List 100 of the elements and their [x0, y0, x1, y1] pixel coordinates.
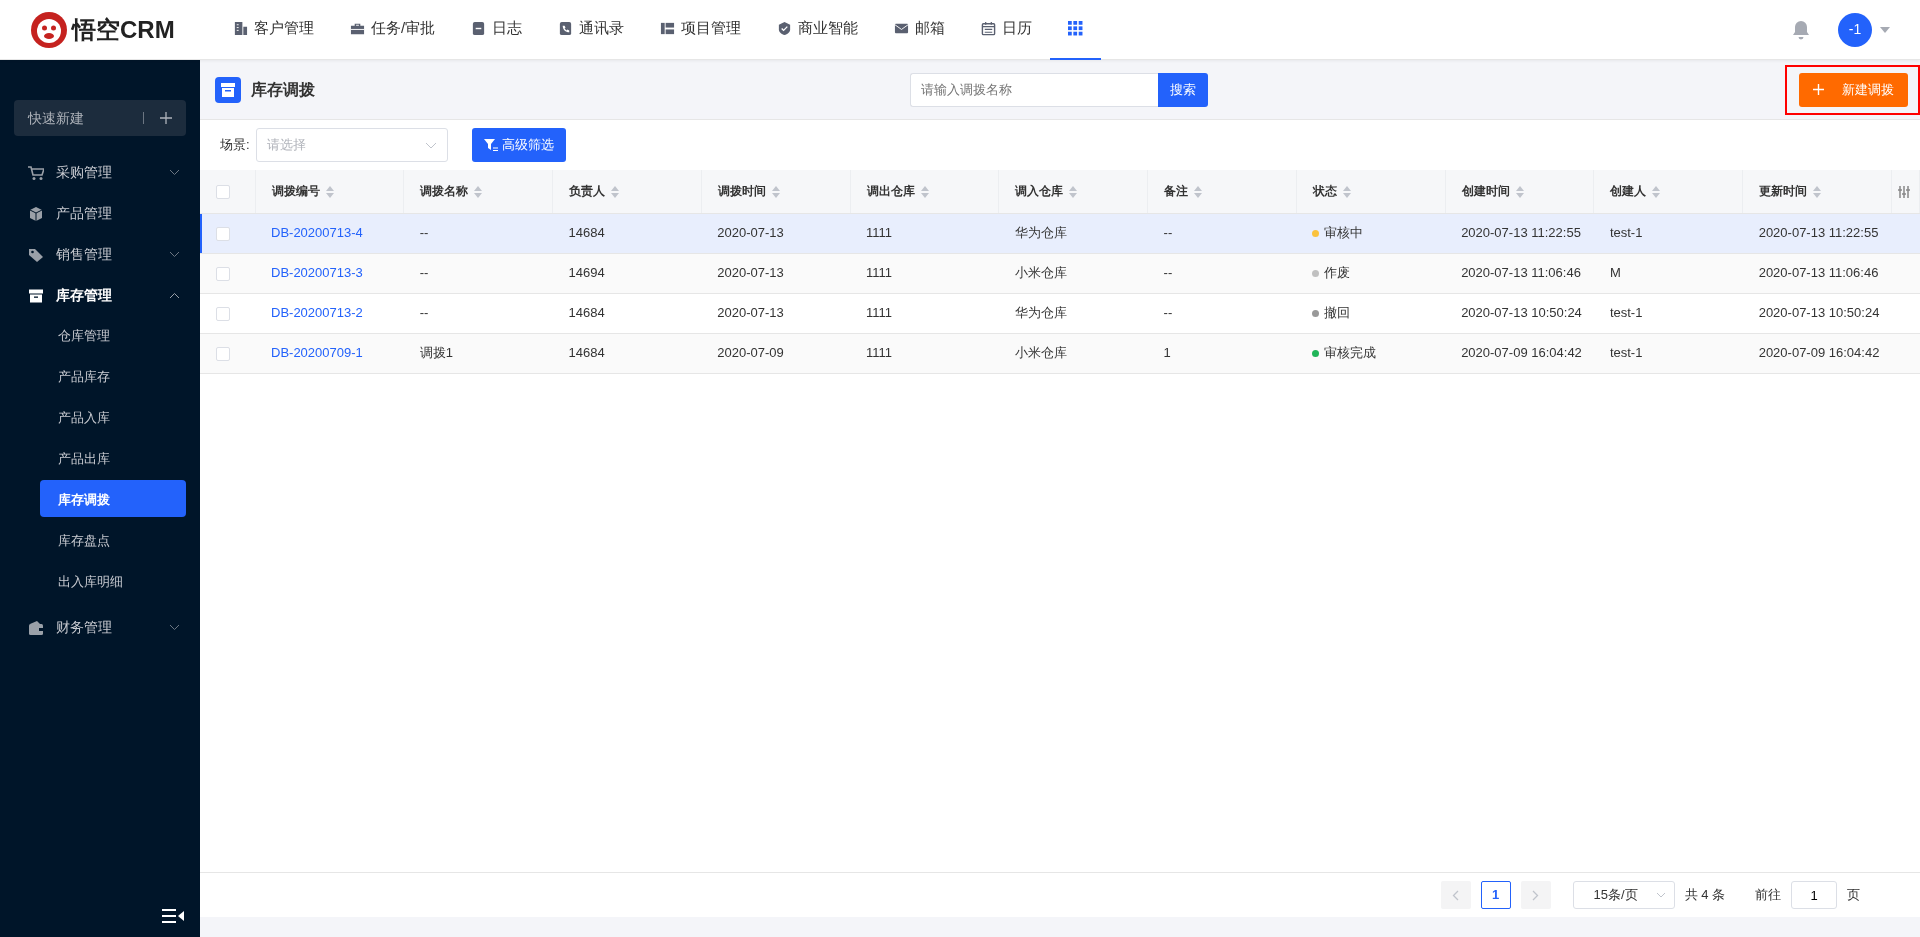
archive-box-icon [215, 76, 241, 103]
row-checkbox[interactable] [216, 306, 230, 321]
sidebar-subitem[interactable]: 产品入库 [40, 398, 186, 435]
previous-page-button[interactable] [1440, 881, 1471, 909]
user-avatar[interactable]: -1 [1838, 12, 1872, 47]
table-cell: 华为仓库 [1014, 305, 1067, 321]
status-text: 撤回 [1324, 305, 1351, 321]
column-header[interactable]: 调拨时间 [717, 184, 780, 199]
table-cell: 2020-07-13 11:06:46 [1461, 265, 1581, 281]
select-all-checkbox[interactable] [216, 185, 230, 200]
table-cell: 2020-07-13 11:06:46 [1758, 265, 1879, 281]
table-cell: 2020-07-13 11:22:55 [1461, 225, 1581, 241]
nav-tab[interactable]: 通讯录 [540, 0, 643, 60]
table-row[interactable]: DB-20200713-2 -- 14684 2020-07-13 1111 华为仓库 -- 撤回 2020-07-13 10:50:24 test-1 2020-07-13 10:50:24 [200, 293, 1920, 333]
plus-icon [160, 112, 172, 124]
sort-icon [1515, 186, 1524, 199]
table-cell: -- [1163, 265, 1173, 281]
status-text: 审核中 [1324, 225, 1364, 241]
sort-icon [1194, 186, 1203, 199]
page-number-field[interactable]: 1 [1791, 881, 1837, 909]
chevron-down-icon [424, 141, 437, 149]
next-page-button[interactable] [1520, 881, 1551, 909]
nav-tab[interactable]: 任务/审批 [332, 0, 454, 60]
sort-icon [1342, 186, 1351, 199]
sidebar-subitem[interactable]: 仓库管理 [40, 316, 186, 353]
page-unit-label: 页 [1847, 886, 1860, 905]
sidebar-item[interactable]: 产品管理 [0, 193, 200, 234]
calendar-icon [981, 21, 997, 36]
table-cell: 2020-07-13 [717, 305, 784, 321]
row-checkbox[interactable] [216, 226, 230, 241]
table-cell: 2020-07-09 16:04:42 [1461, 345, 1582, 361]
table-cell: 1 [1163, 345, 1171, 361]
list-icon [660, 21, 676, 36]
column-header[interactable]: 调拨名称 [420, 184, 483, 199]
table-row[interactable]: DB-20200713-4 -- 14684 2020-07-13 1111 华为仓库 -- 审核中 2020-07-13 11:22:55 test-1 2020-07-13 11:22:55 [200, 213, 1920, 253]
column-header[interactable]: 负责人 [569, 184, 620, 199]
notebook-icon [471, 21, 487, 36]
scene-label: 场景: [220, 136, 250, 155]
row-checkbox[interactable] [216, 266, 230, 281]
column-header[interactable]: 状态 [1312, 184, 1351, 199]
table-cell: -- [419, 305, 429, 321]
table-cell: 14684 [568, 305, 605, 321]
row-checkbox[interactable] [216, 346, 230, 361]
column-settings-icon [1898, 186, 1910, 199]
sort-icon [1652, 186, 1661, 199]
column-header[interactable]: 调入仓库 [1015, 184, 1078, 199]
goto-label: 前往 [1755, 886, 1781, 905]
column-header[interactable]: 调出仓库 [866, 184, 929, 199]
building-icon [233, 21, 248, 36]
quick-create-button[interactable]: 快速新建 [14, 100, 186, 136]
plus-icon [1813, 84, 1824, 95]
sort-icon [1069, 186, 1078, 199]
table-cell: 2020-07-13 10:50:24 [1461, 305, 1582, 321]
column-header[interactable]: 调拨编号 [271, 184, 334, 199]
sidebar-subitem[interactable]: 产品出库 [40, 439, 186, 476]
table-row[interactable]: DB-20200709-1 调拨1 14684 2020-07-09 1111 小米仓库 1 审核完成 2020-07-09 16:04:42 test-1 2020-07-09 16:04:42 [200, 333, 1920, 373]
bell-icon[interactable] [1792, 19, 1810, 40]
collapse-menu-icon[interactable] [162, 909, 184, 923]
sidebar-subitem[interactable]: 库存盘点 [40, 521, 186, 558]
sidebar-item[interactable]: 采购管理 [0, 152, 200, 193]
sidebar-item[interactable]: 财务管理 [0, 607, 200, 648]
transfer-number-link[interactable]: DB-20200713-2 [271, 305, 363, 321]
phone-book-icon [558, 21, 574, 36]
table-cell: 小米仓库 [1014, 345, 1067, 361]
table-cell: M [1609, 265, 1621, 281]
sidebar-subitem[interactable]: 库存调拨 [40, 480, 186, 517]
sidebar-subitem[interactable]: 产品库存 [40, 357, 186, 394]
table-cell: 华为仓库 [1014, 225, 1067, 241]
nav-tab[interactable]: 日志 [453, 0, 541, 60]
column-header[interactable]: 更新时间 [1759, 184, 1822, 199]
search-button[interactable]: 搜索 [1158, 72, 1208, 107]
table-cell: 2020-07-09 [717, 345, 784, 361]
column-header[interactable]: 创建时间 [1461, 184, 1524, 199]
sidebar-item[interactable]: 销售管理 [0, 234, 200, 275]
table-cell: 2020-07-13 [717, 225, 784, 241]
envelope-icon [894, 21, 910, 36]
column-header[interactable]: 创建人 [1610, 184, 1661, 199]
nav-tab[interactable]: 项目管理 [642, 0, 760, 60]
column-header[interactable]: 备注 [1164, 184, 1203, 199]
nav-tab[interactable]: 商业智能 [759, 0, 877, 60]
table-row[interactable]: DB-20200713-3 -- 14694 2020-07-13 1111 小米仓库 -- 作废 2020-07-13 11:06:46 M 2020-07-13 11:06:46 [200, 253, 1920, 293]
table-cell: 2020-07-13 [717, 265, 784, 281]
table-cell: 2020-07-09 16:04:42 [1758, 345, 1880, 361]
sort-icon [611, 186, 620, 199]
table-cell: 1111 [866, 305, 893, 321]
advanced-filter-button[interactable]: 高级筛选 [471, 128, 566, 162]
page-size-select[interactable]: 15条/页 [1572, 881, 1675, 909]
nav-tab[interactable]: 日历 [963, 0, 1051, 60]
sort-icon [325, 186, 334, 199]
sidebar-subitem[interactable]: 出入库明细 [40, 562, 186, 599]
nav-tab[interactable]: 客户管理 [215, 0, 332, 60]
table-cell: 14684 [568, 345, 605, 361]
chevron-left-icon [1452, 889, 1460, 901]
caret-icon[interactable] [1880, 26, 1890, 33]
nav-tab[interactable]: 邮箱 [876, 0, 964, 60]
filter-icon [483, 138, 498, 152]
search-field[interactable]: 请输入调拨名称 [910, 72, 1158, 107]
table-cell: -- [419, 225, 429, 241]
sidebar-item[interactable]: 库存管理 [0, 275, 200, 316]
page-number-button[interactable]: 1 [1480, 881, 1511, 909]
